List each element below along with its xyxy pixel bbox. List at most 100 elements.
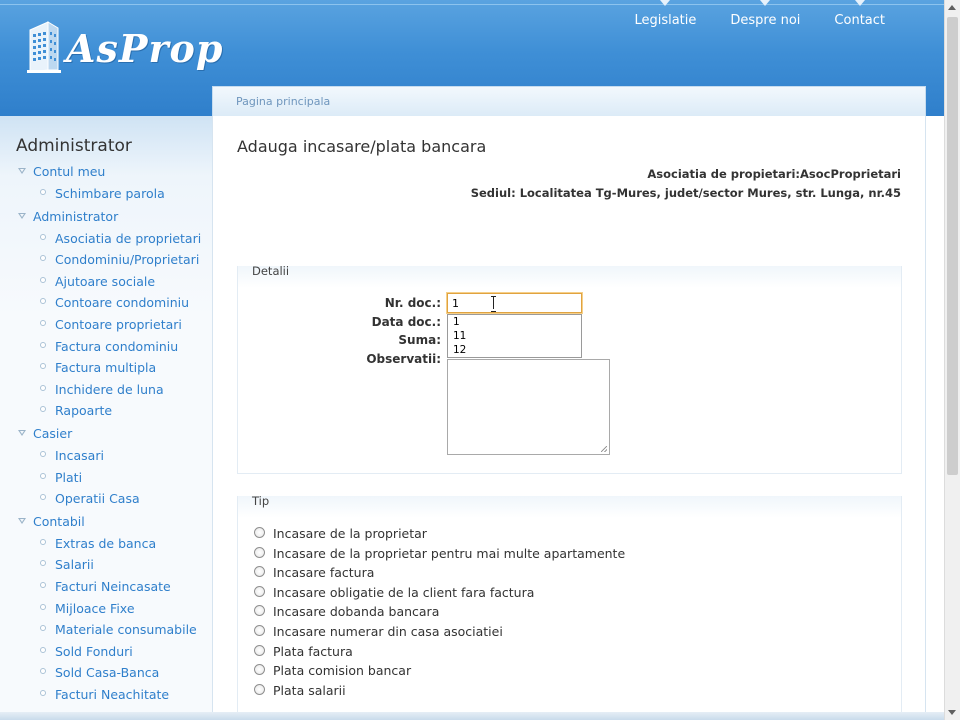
sidebar-item-extras-banca[interactable]: Extras de banca — [0, 533, 212, 555]
bullet-icon — [40, 625, 46, 632]
radio-button[interactable] — [254, 605, 265, 617]
radio-button[interactable] — [254, 585, 265, 597]
bullet-icon — [40, 233, 46, 240]
radio-button[interactable] — [254, 664, 265, 676]
radio-label: Incasare obligatie de la client fara fac… — [273, 584, 535, 600]
sidebar-menu: Contul meu Schimbare parola Administrato… — [0, 160, 212, 705]
sidebar-item-label: Contoare proprietari — [55, 316, 182, 332]
bullet-icon — [40, 581, 46, 588]
sidebar-group-administrator: Administrator Asociatia de proprietari C… — [0, 205, 212, 422]
bullet-icon — [40, 341, 46, 348]
autocomplete-option[interactable]: 12 — [448, 343, 581, 357]
sidebar-item-schimbare-parola[interactable]: Schimbare parola — [0, 183, 212, 205]
sidebar-item-label: Contoare condominiu — [55, 295, 190, 311]
radio-label: Incasare factura — [273, 565, 375, 581]
bullet-icon — [40, 472, 46, 479]
observatii-label: Observatii: — [366, 352, 441, 366]
collapse-triangle-icon — [18, 168, 26, 174]
data-doc-label: Data doc.: — [371, 315, 441, 329]
sidebar-item-contoare-proprietari[interactable]: Contoare proprietari — [0, 314, 212, 336]
logo-text[interactable]: AsProp — [66, 26, 223, 71]
sidebar-item-asociatia[interactable]: Asociatia de proprietari — [0, 228, 212, 250]
association-address: Sediul: Localitatea Tg-Mures, judet/sect… — [470, 186, 901, 200]
top-nav: Legislatie Despre noi Contact — [617, 0, 902, 40]
radio-option[interactable]: Incasare obligatie de la client fara fac… — [254, 585, 625, 605]
breadcrumb-home-link[interactable]: Pagina principala — [236, 95, 330, 108]
sidebar-item-ajutoare[interactable]: Ajutoare sociale — [0, 271, 212, 293]
bullet-icon — [40, 646, 46, 653]
sidebar-item-salarii[interactable]: Salarii — [0, 554, 212, 576]
sidebar-item-sold-fonduri[interactable]: Sold Fonduri — [0, 641, 212, 663]
sidebar-group-header[interactable]: Contabil — [0, 510, 212, 533]
nav-legislatie[interactable]: Legislatie — [617, 0, 713, 40]
bullet-icon — [40, 603, 46, 610]
sidebar-item-mijloace-fixe[interactable]: Mijloace Fixe — [0, 598, 212, 620]
radio-option[interactable]: Incasare numerar din casa asociatiei — [254, 624, 625, 644]
sidebar-item-label: Factura multipla — [55, 360, 157, 376]
nav-despre-noi[interactable]: Despre noi — [713, 0, 817, 40]
footer-strip — [0, 712, 944, 720]
resize-grip-icon[interactable] — [601, 446, 607, 452]
sidebar-item-factura-multipla[interactable]: Factura multipla — [0, 357, 212, 379]
tip-radio-group: Incasare de la proprietar Incasare de la… — [254, 526, 625, 702]
sidebar-item-label: Sold Casa-Banca — [55, 665, 160, 681]
sidebar-item-facturi-neincasate[interactable]: Facturi Neincasate — [0, 576, 212, 598]
radio-label: Plata factura — [273, 643, 353, 659]
radio-label: Incasare dobanda bancara — [273, 604, 440, 620]
sidebar-item-incasari[interactable]: Incasari — [0, 445, 212, 467]
sidebar-item-condominiu[interactable]: Condominiu/Proprietari — [0, 249, 212, 271]
radio-option[interactable]: Incasare de la proprietar — [254, 526, 625, 546]
bullet-icon — [40, 689, 46, 696]
radio-label: Incasare de la proprietar — [273, 526, 427, 541]
radio-button[interactable] — [254, 644, 265, 656]
sidebar-item-operatii-casa[interactable]: Operatii Casa — [0, 488, 212, 510]
fieldset-header — [238, 266, 901, 288]
radio-button[interactable] — [254, 566, 265, 578]
radio-button[interactable] — [254, 683, 265, 695]
sidebar-item-inchidere-luna[interactable]: Inchidere de luna — [0, 379, 212, 401]
sidebar-item-factura-condominiu[interactable]: Factura condominiu — [0, 336, 212, 358]
vertical-scrollbar[interactable] — [944, 0, 960, 720]
bullet-icon — [40, 363, 46, 370]
radio-option[interactable]: Plata comision bancar — [254, 663, 625, 683]
nav-contact[interactable]: Contact — [817, 0, 902, 40]
fieldset-header — [238, 496, 901, 518]
bullet-icon — [40, 276, 46, 283]
observatii-textarea[interactable] — [447, 359, 610, 455]
radio-option[interactable]: Incasare de la proprietar pentru mai mul… — [254, 546, 625, 566]
sidebar-item-facturi-neachitate[interactable]: Facturi Neachitate — [0, 684, 212, 706]
fieldset-tip: Tip Incasare de la proprietar Incasare d… — [237, 494, 902, 720]
sidebar-item-plati[interactable]: Plati — [0, 467, 212, 489]
sidebar-item-label: Salarii — [55, 557, 94, 573]
radio-button[interactable] — [254, 546, 265, 558]
sidebar-item-materiale[interactable]: Materiale consumabile — [0, 619, 212, 641]
sidebar-group-header[interactable]: Contul meu — [0, 160, 212, 183]
radio-button[interactable] — [254, 527, 265, 538]
sidebar-item-rapoarte[interactable]: Rapoarte — [0, 400, 212, 422]
sidebar-group-header[interactable]: Casier — [0, 422, 212, 445]
bullet-icon — [40, 450, 46, 457]
sidebar-group-label: Casier — [33, 425, 73, 441]
nr-doc-input[interactable] — [447, 293, 582, 313]
radio-option[interactable]: Incasare dobanda bancara — [254, 604, 625, 624]
sidebar-item-sold-casa-banca[interactable]: Sold Casa-Banca — [0, 662, 212, 684]
sidebar-item-label: Operatii Casa — [55, 491, 140, 507]
sidebar-item-label: Materiale consumabile — [55, 622, 197, 638]
radio-button[interactable] — [254, 624, 265, 636]
sidebar-item-contoare-condominiu[interactable]: Contoare condominiu — [0, 292, 212, 314]
autocomplete-option[interactable]: 11 — [448, 329, 581, 343]
scrollbar-thumb[interactable] — [947, 17, 958, 475]
building-icon — [27, 21, 61, 73]
scroll-up-arrow-icon[interactable] — [945, 0, 960, 15]
collapse-triangle-icon — [18, 212, 26, 219]
radio-option[interactable]: Incasare factura — [254, 565, 625, 585]
autocomplete-option[interactable]: 1 — [448, 315, 581, 329]
fieldset-legend: Detalii — [252, 264, 290, 278]
scroll-down-arrow-icon[interactable] — [945, 705, 960, 720]
radio-option[interactable]: Plata salarii — [254, 683, 625, 703]
sidebar-item-label: Sold Fonduri — [55, 643, 133, 659]
radio-option[interactable]: Plata factura — [254, 644, 625, 664]
fieldset-legend: Tip — [252, 494, 270, 508]
sidebar-group-header[interactable]: Administrator — [0, 205, 212, 228]
sidebar-item-label: Facturi Neachitate — [55, 686, 170, 702]
